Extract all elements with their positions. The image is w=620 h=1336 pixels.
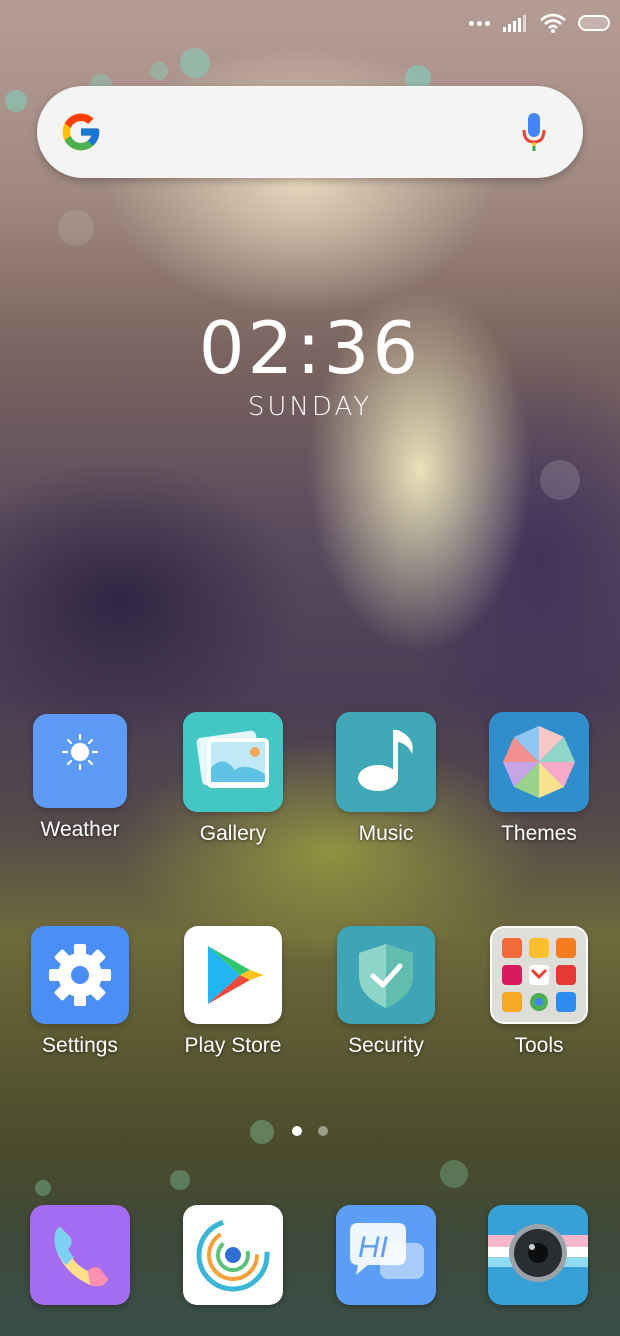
camera-icon [488, 1224, 588, 1282]
app-weather[interactable]: Weather [5, 714, 155, 842]
home-screen: 02:36 SUNDAY Weather Gallery Music Theme… [0, 0, 620, 1336]
app-play-store[interactable]: Play Store [158, 926, 308, 1058]
wifi-icon [540, 13, 566, 33]
signal-bars-icon [503, 15, 526, 32]
svg-text:HI: HI [358, 1231, 388, 1264]
gear-icon [31, 926, 129, 1024]
music-note-icon [336, 712, 436, 812]
app-label: Play Store [184, 1034, 282, 1057]
gallery-icon [183, 712, 283, 812]
more-status-dots-icon [469, 20, 490, 26]
app-label: Security [348, 1034, 424, 1057]
dock-camera[interactable] [488, 1205, 588, 1305]
app-label: Themes [501, 822, 577, 845]
clock-day: SUNDAY [247, 392, 373, 422]
browser-icon [196, 1218, 270, 1292]
dock-messages[interactable]: HI [336, 1205, 436, 1305]
clock-widget[interactable]: 02:36 SUNDAY [0, 308, 620, 422]
battery-icon [578, 15, 610, 31]
page-dot-active[interactable] [292, 1126, 302, 1136]
app-gallery[interactable]: Gallery [158, 712, 308, 846]
app-label: Music [358, 822, 414, 845]
google-search-bar[interactable] [37, 86, 583, 178]
app-folder-tools[interactable]: Tools [464, 926, 614, 1058]
page-indicator[interactable] [0, 1126, 620, 1136]
phone-icon [54, 1227, 108, 1287]
app-label: Settings [42, 1034, 118, 1057]
themes-umbrella-icon [489, 712, 589, 812]
app-themes[interactable]: Themes [464, 712, 614, 846]
app-security[interactable]: Security [311, 926, 461, 1058]
clock-time: 02:36 [198, 306, 422, 390]
google-logo-icon [62, 113, 100, 151]
play-store-icon [184, 926, 282, 1024]
shield-check-icon [337, 926, 435, 1024]
app-label: Gallery [199, 822, 267, 845]
weather-sun-icon [33, 714, 127, 808]
app-music[interactable]: Music [311, 712, 461, 846]
microphone-icon[interactable] [521, 112, 547, 152]
page-dot[interactable] [318, 1126, 328, 1136]
dock-browser[interactable] [183, 1205, 283, 1305]
folder-tools-icon [490, 926, 588, 1024]
dock-phone[interactable] [30, 1205, 130, 1305]
status-bar [469, 10, 610, 36]
messages-icon: HI [350, 1223, 424, 1279]
app-label: Tools [514, 1034, 564, 1057]
app-settings[interactable]: Settings [5, 926, 155, 1058]
app-label: Weather [40, 818, 120, 841]
